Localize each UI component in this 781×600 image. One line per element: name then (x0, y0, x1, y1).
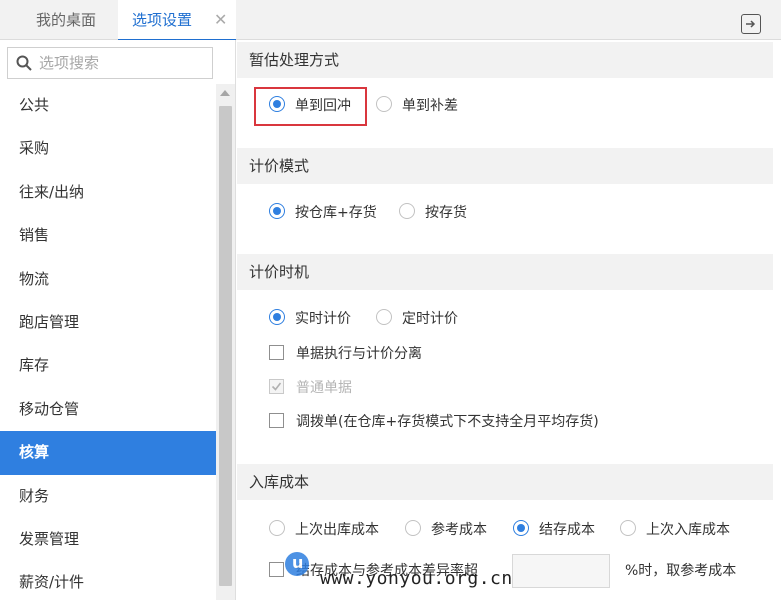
sidebar-item-sales[interactable]: 销售 (0, 214, 216, 257)
checkbox-separate-execution[interactable]: 单据执行与计价分离 (269, 343, 422, 365)
tab-options-settings[interactable]: 选项设置 ✕ (118, 0, 236, 41)
section-title-pricing-mode: 计价模式 (237, 148, 773, 184)
radio-checked-icon (269, 96, 285, 112)
checkbox-checked-icon (269, 378, 284, 394)
checkbox-icon (269, 412, 284, 428)
option-label: 参考成本 (431, 522, 487, 538)
sidebar-item-logistics[interactable]: 物流 (0, 258, 216, 301)
scroll-up-icon[interactable] (220, 90, 230, 96)
sidebar-item-inventory[interactable]: 库存 (0, 344, 216, 387)
sidebar-nav: 公共 采购 往来/出纳 销售 物流 跑店管理 库存 移动仓管 核算 财务 发票管… (0, 84, 216, 600)
watermark-logo-icon (285, 552, 309, 576)
option-label: 单到补差 (402, 98, 458, 114)
variance-ratio-input[interactable] (512, 554, 610, 588)
option-label: 上次出库成本 (295, 522, 379, 538)
sidebar-item-invoice[interactable]: 发票管理 (0, 518, 216, 561)
checkbox-icon (269, 344, 284, 360)
tab-options-label: 选项设置 (132, 11, 193, 29)
tab-bar: 我的桌面 选项设置 ✕ (0, 0, 781, 41)
radio-realtime-pricing[interactable]: 实时计价 (269, 308, 351, 330)
option-label: 按存货 (425, 205, 467, 221)
radio-icon (620, 520, 636, 536)
watermark-text: www.yonyou.org.cn (320, 568, 513, 589)
options-panel: 暂估处理方式 单到回冲 单到补差 计价模式 按仓库+存货 按存货 计价时机 实时… (237, 40, 781, 600)
radio-scheduled-pricing[interactable]: 定时计价 (376, 308, 458, 330)
option-label: 单据执行与计价分离 (296, 346, 422, 362)
close-icon[interactable]: ✕ (214, 0, 227, 40)
radio-checked-icon (513, 520, 529, 536)
section-title-inbound-cost: 入库成本 (237, 464, 773, 500)
sidebar: 公共 采购 往来/出纳 销售 物流 跑店管理 库存 移动仓管 核算 财务 发票管… (0, 40, 236, 600)
sidebar-item-payroll[interactable]: 薪资/计件 (0, 561, 216, 600)
checkbox-icon (269, 561, 284, 577)
search-input[interactable] (39, 53, 209, 73)
sidebar-item-accounts-cashier[interactable]: 往来/出纳 (0, 171, 216, 214)
sidebar-item-mobile-warehouse[interactable]: 移动仓管 (0, 388, 216, 431)
radio-icon (405, 520, 421, 536)
option-label: 上次入库成本 (646, 522, 730, 538)
section-title-estimate: 暂估处理方式 (237, 42, 773, 78)
checkbox-normal-documents: 普通单据 (269, 377, 352, 399)
radio-balance-cost[interactable]: 结存成本 (513, 519, 595, 541)
sidebar-item-public[interactable]: 公共 (0, 84, 216, 127)
sidebar-item-store-visit[interactable]: 跑店管理 (0, 301, 216, 344)
search-icon[interactable] (16, 55, 32, 71)
radio-by-warehouse-stock[interactable]: 按仓库+存货 (269, 202, 377, 224)
option-label: 按仓库+存货 (295, 205, 377, 221)
option-label: 单到回冲 (295, 98, 351, 114)
sidebar-scrollbar[interactable] (216, 84, 235, 600)
radio-checked-icon (269, 309, 285, 325)
option-label: 普通单据 (296, 380, 352, 396)
radio-estimate-reversal[interactable]: 单到回冲 (269, 95, 351, 117)
scroll-thumb[interactable] (219, 106, 232, 586)
option-label: 定时计价 (402, 311, 458, 327)
radio-icon (376, 309, 392, 325)
section-title-pricing-timing: 计价时机 (237, 254, 773, 290)
radio-icon (399, 203, 415, 219)
radio-icon (376, 96, 392, 112)
radio-last-inbound-cost[interactable]: 上次入库成本 (620, 519, 730, 541)
exit-icon[interactable] (741, 14, 761, 34)
option-label: 结存成本 (539, 522, 595, 538)
radio-last-outbound-cost[interactable]: 上次出库成本 (269, 519, 379, 541)
radio-by-stock[interactable]: 按存货 (399, 202, 467, 224)
option-label: 实时计价 (295, 311, 351, 327)
sidebar-item-purchase[interactable]: 采购 (0, 127, 216, 170)
sidebar-item-finance[interactable]: 财务 (0, 475, 216, 518)
sidebar-item-accounting[interactable]: 核算 (0, 431, 216, 475)
radio-reference-cost[interactable]: 参考成本 (405, 519, 487, 541)
option-label: 调拨单(在仓库+存货模式下不支持全月平均存货) (296, 414, 599, 430)
checkbox-transfer-order[interactable]: 调拨单(在仓库+存货模式下不支持全月平均存货) (269, 411, 599, 433)
tab-my-desktop[interactable]: 我的桌面 (18, 0, 114, 40)
radio-estimate-difference[interactable]: 单到补差 (376, 95, 458, 117)
search-box (7, 47, 213, 79)
radio-checked-icon (269, 203, 285, 219)
radio-icon (269, 520, 285, 536)
ratio-suffix-label: %时，取参考成本 (625, 563, 737, 579)
